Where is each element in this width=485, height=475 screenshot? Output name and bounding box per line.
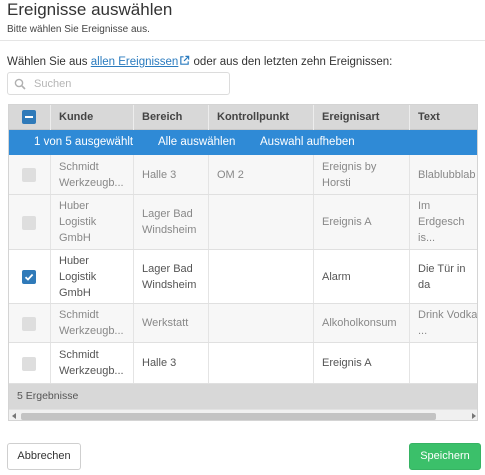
- scrollbar-thumb[interactable]: [21, 413, 436, 420]
- cell-text: Die Tür in da: [410, 250, 477, 303]
- column-header-bereich[interactable]: Bereich: [134, 105, 209, 130]
- row-checkbox[interactable]: [22, 357, 36, 371]
- cell-text: Blablubblab: [410, 155, 477, 194]
- cell-kontrollpunkt: [209, 195, 314, 249]
- cell-bereich: Halle 3: [134, 155, 209, 194]
- grid-header: Kunde Bereich Kontrollpunkt Ereignisart …: [9, 105, 477, 130]
- cell-kunde: Huber Logistik GmbH: [51, 250, 134, 303]
- table-row[interactable]: Schmidt Werkzeugb... Werkstatt Alkoholkons…: [9, 304, 478, 343]
- row-checkbox: [22, 168, 36, 182]
- scroll-left-arrow-icon[interactable]: [12, 413, 16, 419]
- cell-text-text: Im Erdgesch is...: [418, 200, 465, 244]
- intro-text: Wählen Sie aus allen Ereignissen oder au…: [7, 55, 392, 68]
- cell-text-text: Die Tür in da: [418, 262, 466, 291]
- cell-ereignisart: Ereignis A: [314, 343, 410, 383]
- cell-kunde-text: Huber Logistik GmbH: [59, 254, 97, 299]
- table-row[interactable]: Huber Logistik GmbH Lager Bad Windsheim Al…: [9, 250, 477, 304]
- cell-bereich-text: Lager Bad Windsheim: [142, 262, 197, 291]
- cell-checkbox: [9, 250, 51, 303]
- cell-text-text: Drink Vodka ...: [418, 309, 478, 337]
- cell-kontrollpunkt: [209, 250, 314, 303]
- cell-kunde: Schmidt Werkzeugb...: [51, 343, 134, 383]
- column-header-kunde[interactable]: Kunde: [51, 105, 134, 130]
- cell-kunde-text: Schmidt Werkzeugb...: [59, 349, 124, 377]
- cell-ereignisart-text: Ereignis A: [322, 216, 372, 228]
- cell-checkbox: [9, 343, 51, 383]
- dialog-subtitle: Bitte wählen Sie Ereignisse aus.: [7, 24, 150, 35]
- table-row[interactable]: Schmidt Werkzeugb... Halle 3 Ereignis A: [9, 343, 477, 384]
- cell-ereignisart: Ereignis by Horsti: [314, 155, 410, 194]
- search-box[interactable]: [7, 72, 230, 95]
- events-grid: Kunde Bereich Kontrollpunkt Ereignisart …: [8, 104, 478, 421]
- cell-kontrollpunkt: [209, 304, 314, 342]
- grid-footer: 5 Ergebnisse: [9, 384, 477, 409]
- cell-bereich-text: Halle 3: [142, 357, 177, 369]
- cell-ereignisart-text: Alarm: [322, 270, 351, 283]
- cell-ereignisart: Alarm: [314, 250, 410, 303]
- cell-kontrollpunkt-text: OM 2: [217, 168, 244, 181]
- cell-ereignisart-text: Ereignis A: [322, 357, 372, 369]
- horizontal-scrollbar[interactable]: [9, 409, 477, 420]
- check-icon: [24, 273, 34, 281]
- row-checkbox: [22, 317, 36, 331]
- cell-checkbox: [9, 155, 51, 194]
- cell-kunde-text: Schmidt Werkzeugb...: [59, 160, 124, 189]
- cell-text-text: Blablubblab: [418, 168, 476, 181]
- table-row[interactable]: Schmidt Werkzeugb... Halle 3 OM 2 Ereignis …: [9, 155, 477, 195]
- cancel-button[interactable]: Abbrechen: [7, 443, 81, 470]
- cell-checkbox: [9, 195, 51, 249]
- row-checkbox: [22, 216, 36, 230]
- cell-kunde: Huber Logistik GmbH: [51, 195, 134, 249]
- external-link-icon[interactable]: [179, 55, 190, 66]
- selection-count: 1 von 5 ausgewählt: [34, 136, 134, 148]
- cell-kontrollpunkt: [209, 343, 314, 383]
- cell-kunde-text: Schmidt Werkzeugb...: [59, 309, 124, 337]
- header-checkbox-cell: [9, 105, 51, 130]
- cell-kunde: Schmidt Werkzeugb...: [51, 304, 134, 342]
- cell-checkbox: [9, 304, 51, 342]
- column-header-ereignisart[interactable]: Ereignisart: [314, 105, 410, 130]
- search-icon: [14, 78, 26, 90]
- row-checkbox-checked[interactable]: [22, 270, 36, 284]
- cell-ereignisart: Ereignis A: [314, 195, 410, 249]
- cell-ereignisart-text: Ereignis by Horsti: [322, 160, 377, 189]
- cell-bereich-text: Lager Bad Windsheim: [142, 208, 197, 236]
- cell-bereich: Lager Bad Windsheim: [134, 195, 209, 249]
- cell-kunde: Schmidt Werkzeugb...: [51, 155, 134, 194]
- scroll-right-arrow-icon[interactable]: [472, 413, 476, 419]
- cell-bereich: Lager Bad Windsheim: [134, 250, 209, 303]
- selection-bar: 1 von 5 ausgewählt Alle auswählen Auswah…: [9, 130, 477, 155]
- cell-ereignisart-text: Alkoholkonsum: [322, 317, 397, 329]
- column-header-kontrollpunkt[interactable]: Kontrollpunkt: [209, 105, 314, 130]
- cell-kontrollpunkt: OM 2: [209, 155, 314, 194]
- cell-bereich: Halle 3: [134, 343, 209, 383]
- clear-selection-link[interactable]: Auswahl aufheben: [260, 130, 355, 155]
- cell-text: Im Erdgesch is...: [410, 195, 477, 249]
- dialog-title: Ereignisse auswählen: [7, 0, 173, 19]
- cell-bereich: Werkstatt: [134, 304, 209, 342]
- cell-bereich-text: Halle 3: [142, 168, 177, 181]
- cell-bereich-text: Werkstatt: [142, 317, 189, 329]
- save-button[interactable]: Speichern: [409, 443, 481, 470]
- select-all-link[interactable]: Alle auswählen: [158, 130, 235, 155]
- column-header-text[interactable]: Text: [410, 105, 477, 130]
- cell-text: Drink Vodka ...: [410, 304, 478, 342]
- search-input[interactable]: [32, 75, 222, 92]
- table-row[interactable]: Huber Logistik GmbH Lager Bad Windsheim Er…: [9, 195, 477, 250]
- cell-kunde-text: Huber Logistik GmbH: [59, 200, 97, 244]
- title-divider: [0, 40, 485, 41]
- cell-text: [410, 343, 477, 383]
- intro-prefix: Wählen Sie aus: [7, 56, 91, 68]
- cell-ereignisart: Alkoholkonsum: [314, 304, 410, 342]
- all-events-link[interactable]: allen Ereignissen: [91, 56, 179, 68]
- minus-checkbox-icon[interactable]: [22, 110, 36, 124]
- intro-suffix: oder aus den letzten zehn Ereignissen:: [190, 56, 393, 68]
